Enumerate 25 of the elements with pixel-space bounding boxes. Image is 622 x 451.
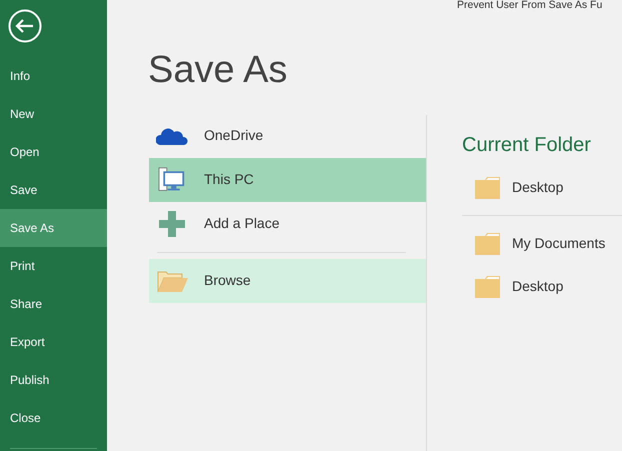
page-heading: Save As: [148, 50, 288, 92]
sidebar-item[interactable]: Save: [0, 171, 107, 209]
window-title: Prevent User From Save As Fu: [457, 0, 602, 10]
sidebar-item[interactable]: Save As: [0, 209, 107, 247]
folder-item[interactable]: Desktop: [462, 166, 622, 209]
place-item[interactable]: Browse: [149, 258, 426, 303]
folder-icon: [475, 176, 502, 198]
sidebar-item[interactable]: Export: [0, 323, 107, 361]
place-item[interactable]: This PC: [149, 158, 426, 202]
folder-icon: [475, 232, 502, 254]
folder-icon: [475, 276, 502, 298]
sidebar-item[interactable]: Share: [0, 285, 107, 323]
plus-icon: [156, 210, 188, 237]
sidebar-item[interactable]: New: [0, 95, 107, 133]
section-heading: Current Folder: [462, 133, 592, 158]
place-item[interactable]: OneDrive: [149, 114, 426, 158]
folder-item[interactable]: Desktop: [462, 265, 622, 308]
place-item[interactable]: Add a Place: [149, 202, 426, 246]
sidebar-item[interactable]: Close: [0, 399, 107, 437]
sidebar-item[interactable]: Publish: [0, 361, 107, 399]
sidebar-item[interactable]: Print: [0, 247, 107, 285]
sidebar-item[interactable]: Info: [0, 57, 107, 95]
back-icon[interactable]: [8, 9, 42, 43]
folder-item[interactable]: My Documents: [462, 222, 622, 265]
sidebar-item[interactable]: Open: [0, 133, 107, 171]
